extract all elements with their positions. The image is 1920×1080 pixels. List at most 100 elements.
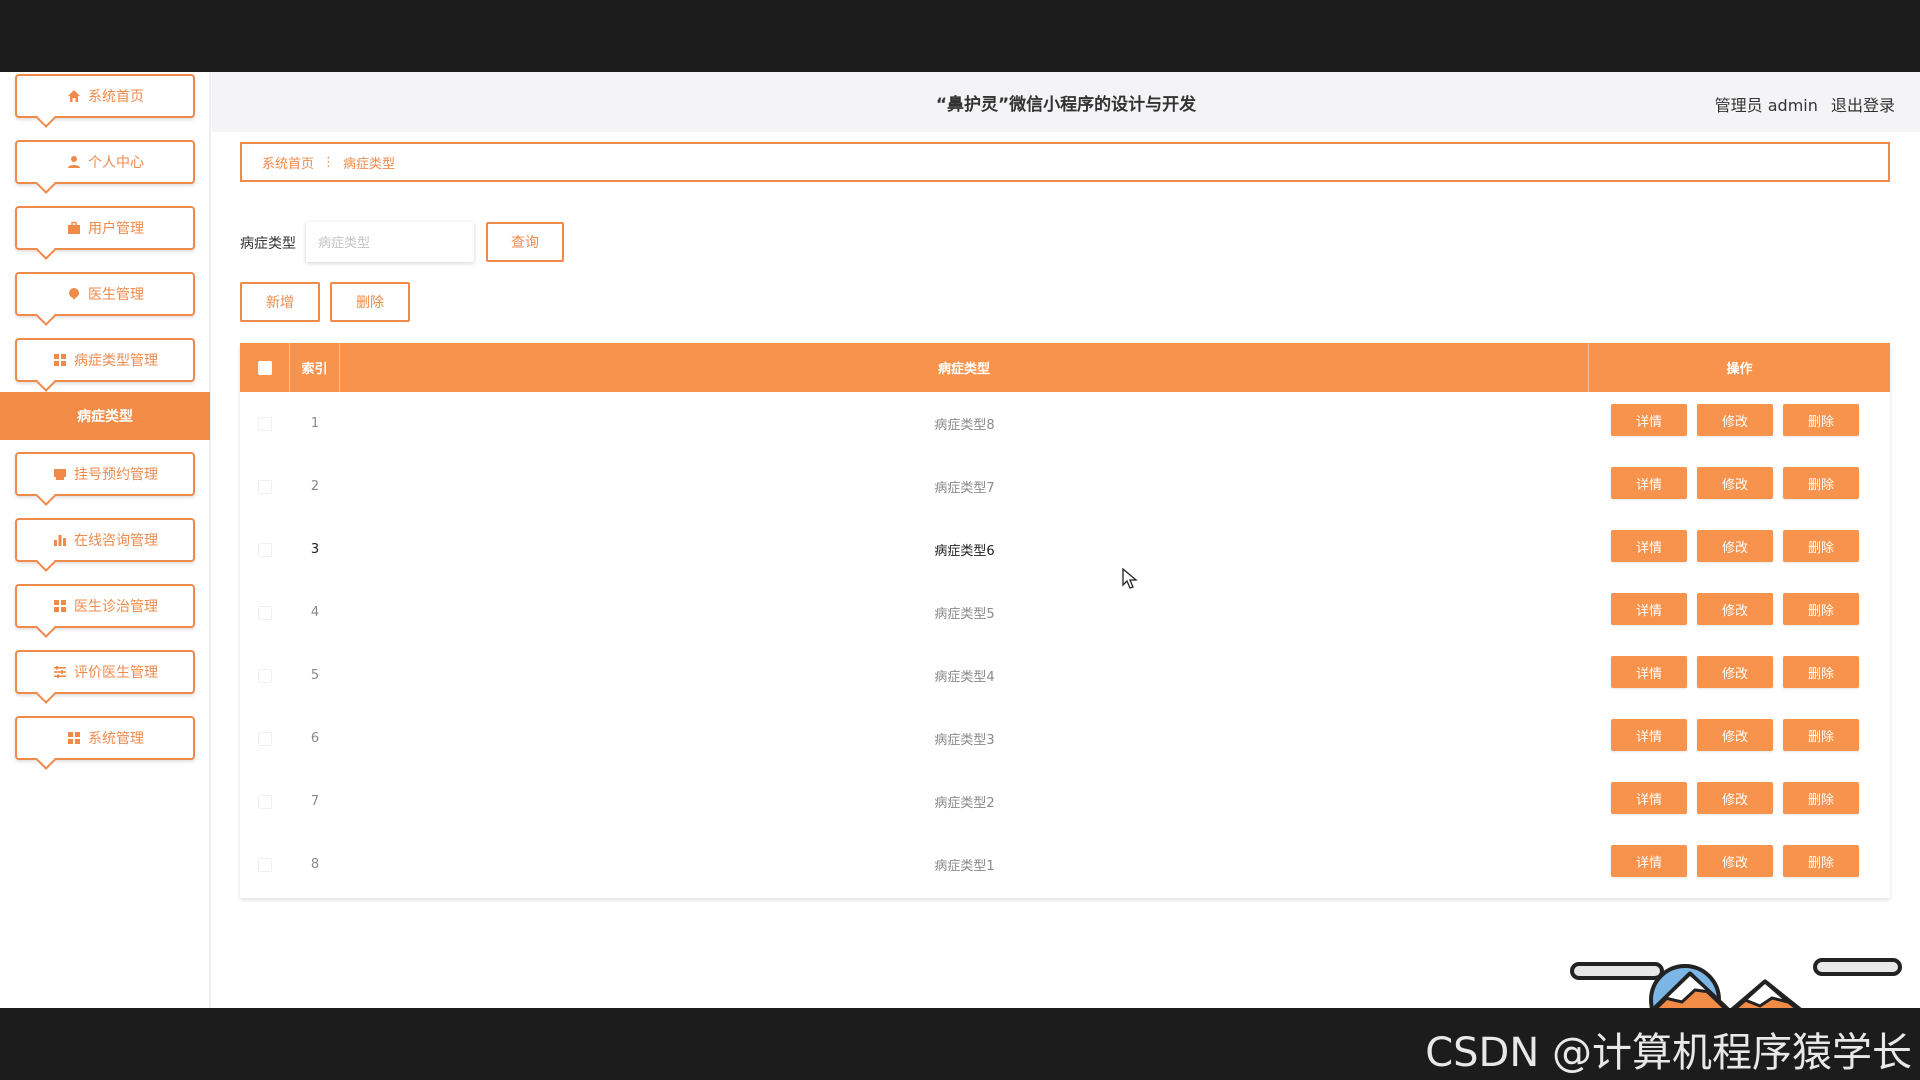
sidebar: 系统首页 个人中心 用户管理 医生管理 病症类型管理 病症类型 挂号预约管理 在… bbox=[0, 72, 211, 1008]
row-index: 7 bbox=[310, 794, 320, 809]
detail-button[interactable]: 详情 bbox=[1611, 593, 1687, 625]
header-type: 病症类型 bbox=[340, 343, 1589, 392]
edit-button[interactable]: 修改 bbox=[1697, 719, 1773, 751]
pin-icon bbox=[66, 286, 82, 302]
mouse-cursor-icon bbox=[1122, 568, 1138, 589]
sidebar-item-reviews[interactable]: 评价医生管理 bbox=[15, 650, 195, 694]
query-button[interactable]: 查询 bbox=[486, 222, 564, 262]
row-type: 病症类型2 bbox=[934, 796, 995, 811]
sidebar-subitem-disease-type[interactable]: 病症类型 bbox=[0, 392, 210, 440]
row-type: 病症类型8 bbox=[934, 418, 995, 433]
edit-button[interactable]: 修改 bbox=[1697, 845, 1773, 877]
search-input[interactable] bbox=[306, 222, 474, 262]
table-row: 5 病症类型4 详情 修改 删除 bbox=[240, 644, 1890, 707]
row-checkbox[interactable] bbox=[258, 605, 272, 620]
edit-button[interactable]: 修改 bbox=[1697, 530, 1773, 562]
row-index: 8 bbox=[310, 857, 320, 872]
row-checkbox[interactable] bbox=[258, 857, 272, 872]
sidebar-item-profile[interactable]: 个人中心 bbox=[15, 140, 195, 184]
batch-delete-button[interactable]: 删除 bbox=[330, 282, 410, 322]
table-row: 4 病症类型5 详情 修改 删除 bbox=[240, 581, 1890, 644]
sidebar-item-label: 医生管理 bbox=[88, 287, 144, 303]
app-window: 系统首页 个人中心 用户管理 医生管理 病症类型管理 病症类型 挂号预约管理 在… bbox=[0, 72, 1920, 1008]
sidebar-item-label: 个人中心 bbox=[88, 155, 144, 171]
delete-button[interactable]: 删除 bbox=[1783, 719, 1859, 751]
sidebar-item-label: 系统管理 bbox=[88, 731, 144, 747]
edit-button[interactable]: 修改 bbox=[1697, 593, 1773, 625]
sidebar-item-label: 评价医生管理 bbox=[74, 665, 158, 681]
breadcrumb: 系统首页 ⋮ 病症类型 bbox=[240, 142, 1890, 182]
breadcrumb-home-link[interactable]: 系统首页 bbox=[262, 153, 314, 172]
edit-button[interactable]: 修改 bbox=[1697, 656, 1773, 688]
briefcase-icon bbox=[66, 220, 82, 236]
row-checkbox[interactable] bbox=[258, 416, 272, 431]
user-info: 管理员 admin 退出登录 bbox=[1715, 92, 1895, 116]
sidebar-item-system[interactable]: 系统管理 bbox=[15, 716, 195, 760]
sidebar-item-label: 挂号预约管理 bbox=[74, 467, 158, 483]
sidebar-item-consult[interactable]: 在线咨询管理 bbox=[15, 518, 195, 562]
row-type: 病症类型1 bbox=[934, 859, 995, 874]
sidebar-item-label: 在线咨询管理 bbox=[74, 533, 158, 549]
row-type: 病症类型5 bbox=[934, 607, 995, 622]
sliders-icon bbox=[52, 664, 68, 680]
row-index: 3 bbox=[310, 542, 320, 557]
username-label: 管理员 admin bbox=[1714, 96, 1818, 115]
sidebar-item-users[interactable]: 用户管理 bbox=[15, 206, 195, 250]
row-index: 6 bbox=[310, 731, 320, 746]
video-top-bar bbox=[0, 0, 1920, 72]
delete-button[interactable]: 删除 bbox=[1783, 404, 1859, 436]
sidebar-item-label: 用户管理 bbox=[88, 221, 144, 237]
breadcrumb-separator-icon: ⋮ bbox=[322, 154, 336, 170]
page-title: “鼻护灵”微信小程序的设计与开发 bbox=[935, 95, 1197, 115]
sidebar-item-doctors[interactable]: 医生管理 bbox=[15, 272, 195, 316]
table-row: 3 病症类型6 详情 修改 删除 bbox=[240, 518, 1890, 581]
table-row: 7 病症类型2 详情 修改 删除 bbox=[240, 770, 1890, 833]
detail-button[interactable]: 详情 bbox=[1611, 719, 1687, 751]
grid-icon bbox=[52, 352, 68, 368]
row-checkbox[interactable] bbox=[258, 542, 272, 557]
add-button[interactable]: 新增 bbox=[240, 282, 320, 322]
row-index: 4 bbox=[310, 605, 320, 620]
row-index: 5 bbox=[310, 668, 320, 683]
grid-icon bbox=[52, 598, 68, 614]
edit-button[interactable]: 修改 bbox=[1697, 404, 1773, 436]
row-type: 病症类型3 bbox=[934, 733, 995, 748]
delete-button[interactable]: 删除 bbox=[1783, 845, 1859, 877]
table-row: 2 病症类型7 详情 修改 删除 bbox=[240, 455, 1890, 518]
detail-button[interactable]: 详情 bbox=[1611, 656, 1687, 688]
row-checkbox[interactable] bbox=[258, 794, 272, 809]
detail-button[interactable]: 详情 bbox=[1611, 530, 1687, 562]
select-all-checkbox[interactable] bbox=[257, 360, 272, 375]
sidebar-item-label: 系统首页 bbox=[88, 89, 144, 105]
table-header: 索引 病症类型 操作 bbox=[240, 343, 1890, 392]
delete-button[interactable]: 删除 bbox=[1783, 593, 1859, 625]
edit-button[interactable]: 修改 bbox=[1697, 467, 1773, 499]
edit-button[interactable]: 修改 bbox=[1697, 782, 1773, 814]
sidebar-item-label: 医生诊治管理 bbox=[74, 599, 158, 615]
calendar-icon bbox=[52, 466, 68, 482]
detail-button[interactable]: 详情 bbox=[1611, 467, 1687, 499]
detail-button[interactable]: 详情 bbox=[1611, 404, 1687, 436]
delete-button[interactable]: 删除 bbox=[1783, 656, 1859, 688]
row-checkbox[interactable] bbox=[258, 731, 272, 746]
table-row: 6 病症类型3 详情 修改 删除 bbox=[240, 707, 1890, 770]
row-checkbox[interactable] bbox=[258, 668, 272, 683]
bar-chart-icon bbox=[52, 532, 68, 548]
delete-button[interactable]: 删除 bbox=[1783, 782, 1859, 814]
sidebar-item-appointments[interactable]: 挂号预约管理 bbox=[15, 452, 195, 496]
detail-button[interactable]: 详情 bbox=[1611, 845, 1687, 877]
sidebar-item-home[interactable]: 系统首页 bbox=[15, 74, 195, 118]
header-actions: 操作 bbox=[1726, 362, 1753, 377]
user-icon bbox=[66, 154, 82, 170]
detail-button[interactable]: 详情 bbox=[1611, 782, 1687, 814]
home-icon bbox=[66, 88, 82, 104]
sidebar-item-diagnosis[interactable]: 医生诊治管理 bbox=[15, 584, 195, 628]
row-type: 病症类型6 bbox=[934, 544, 995, 559]
header-select-all[interactable] bbox=[240, 343, 290, 392]
sidebar-item-disease-types[interactable]: 病症类型管理 bbox=[15, 338, 195, 382]
breadcrumb-current: 病症类型 bbox=[343, 156, 396, 172]
delete-button[interactable]: 删除 bbox=[1783, 467, 1859, 499]
logout-link[interactable]: 退出登录 bbox=[1831, 96, 1895, 115]
delete-button[interactable]: 删除 bbox=[1783, 530, 1859, 562]
row-checkbox[interactable] bbox=[258, 479, 272, 494]
